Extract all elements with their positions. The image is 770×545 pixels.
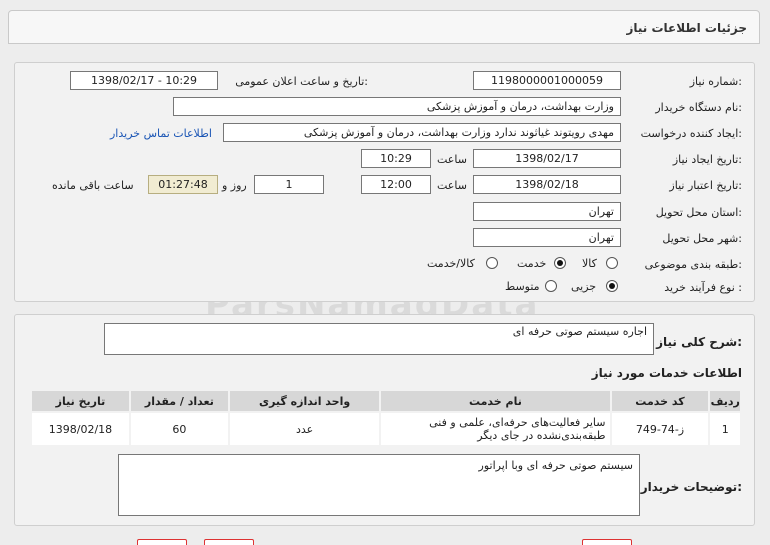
page-header: جزئیات اطلاعات نیاز: [8, 10, 760, 44]
remaining-label: ساعت باقی مانده: [52, 179, 134, 192]
validity-time-field: 12:00: [361, 175, 431, 194]
category-option-goods: کالا: [582, 257, 597, 270]
province-label: استان محل تحویل:: [655, 206, 742, 219]
category-option-service: خدمت: [517, 257, 547, 270]
cell-date: 1398/02/18: [30, 411, 131, 447]
summary-label: شرح کلی نیاز:: [656, 335, 742, 349]
cell-qty: 60: [128, 411, 230, 447]
buyer-org-field: وزارت بهداشت، درمان و آموزش پزشکی: [173, 97, 621, 116]
category-radio-service[interactable]: [554, 257, 566, 269]
requester-label: ایجاد کننده درخواست:: [640, 127, 742, 140]
action-button[interactable]: [204, 539, 254, 545]
cell-row: 1: [708, 411, 742, 447]
action-button[interactable]: [137, 539, 187, 545]
days-label: روز و: [222, 179, 247, 192]
process-label: نوع فرآیند خرید :: [664, 281, 742, 294]
cell-code: ز-74-749: [609, 411, 711, 447]
cell-unit: عدد: [227, 411, 382, 447]
requester-field: مهدی رویتوند غیاثوند ندارد وزارت بهداشت،…: [223, 123, 621, 142]
column-header-row: ردیف: [708, 389, 742, 413]
created-date-field: 1398/02/17: [473, 149, 621, 168]
city-label: شهر محل تحویل:: [662, 232, 742, 245]
need-number-field: 1198000001000059: [473, 71, 621, 90]
buyer-notes-field: سیستم صوتی حرفه ای وبا اپراتور: [118, 454, 640, 516]
category-radio-both[interactable]: [486, 257, 498, 269]
city-field: تهران: [473, 228, 621, 247]
page-title: جزئیات اطلاعات نیاز: [626, 21, 747, 35]
buyer-contact-link[interactable]: اطلاعات تماس خریدار: [110, 127, 212, 140]
remaining-days-field: 1: [254, 175, 324, 194]
buyer-notes-label: توضیحات خریدار:: [640, 480, 742, 494]
announce-datetime-field: 1398/02/17 - 10:29: [70, 71, 218, 90]
validity-date-field: 1398/02/18: [473, 175, 621, 194]
column-header-code: کد خدمت: [609, 389, 711, 413]
column-header-qty: تعداد / مقدار: [128, 389, 230, 413]
cell-name: سایر فعالیت‌های حرفه‌ای، علمی و فنی طبقه…: [379, 411, 612, 447]
column-header-name: نام خدمت: [379, 389, 612, 413]
created-time-label: ساعت: [437, 153, 467, 166]
province-field: تهران: [473, 202, 621, 221]
table-row: 1398/02/18 60 عدد سایر فعالیت‌های حرفه‌ا…: [30, 411, 742, 447]
services-title: اطلاعات خدمات مورد نیاز: [591, 366, 742, 380]
summary-field: اجاره سیستم صوتی حرفه ای: [104, 323, 654, 355]
category-label: طبقه بندی موضوعی:: [644, 258, 742, 271]
created-time-field: 10:29: [361, 149, 431, 168]
column-header-date: تاریخ نیاز: [30, 389, 131, 413]
process-option-medium: متوسط: [505, 280, 540, 293]
category-option-both: کالا/خدمت: [427, 257, 475, 270]
validity-date-label: تاریخ اعتبار نیاز:: [669, 179, 742, 192]
created-date-label: تاریخ ایجاد نیاز:: [672, 153, 742, 166]
category-radio-goods[interactable]: [606, 257, 618, 269]
remaining-time-field: 01:27:48: [148, 175, 218, 194]
need-number-label: شماره نیاز:: [689, 75, 742, 88]
buyer-org-label: نام دستگاه خریدار:: [655, 101, 742, 114]
column-header-unit: واحد اندازه گیری: [227, 389, 382, 413]
process-radio-medium[interactable]: [545, 280, 557, 292]
services-table: تاریخ نیاز تعداد / مقدار واحد اندازه گیر…: [30, 389, 742, 447]
validity-time-label: ساعت: [437, 179, 467, 192]
process-radio-minor[interactable]: [606, 280, 618, 292]
action-button[interactable]: [582, 539, 632, 545]
process-option-minor: جزیی: [571, 280, 597, 293]
announce-label: تاریخ و ساعت اعلان عمومی:: [235, 75, 368, 88]
